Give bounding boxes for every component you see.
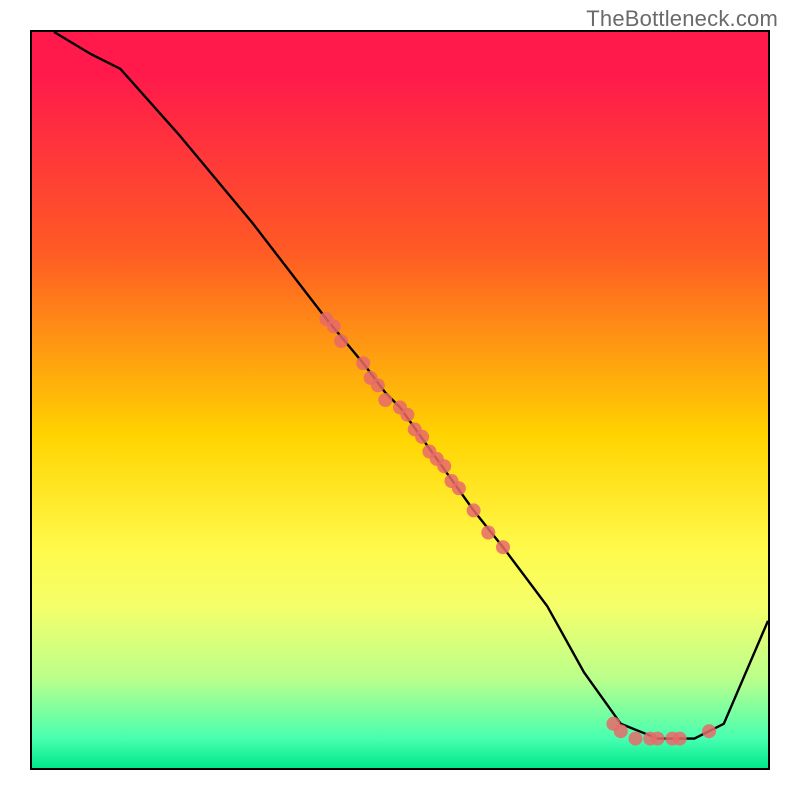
scatter-point	[334, 334, 348, 348]
scatter-point	[702, 724, 716, 738]
scatter-group-dots	[319, 312, 716, 746]
scatter-point	[496, 540, 510, 554]
scatter-point	[673, 732, 687, 746]
scatter-point	[651, 732, 665, 746]
scatter-point	[415, 430, 429, 444]
scatter-point	[614, 724, 628, 738]
chart-svg	[32, 32, 768, 768]
scatter-point	[437, 459, 451, 473]
plot-area	[30, 30, 770, 770]
scatter-point	[400, 408, 414, 422]
scatter-point	[378, 393, 392, 407]
scatter-point	[629, 732, 643, 746]
scatter-point	[356, 356, 370, 370]
scatter-point	[452, 481, 466, 495]
line-series-curve	[54, 32, 768, 739]
scatter-point	[467, 503, 481, 517]
watermark-text: TheBottleneck.com	[586, 6, 778, 32]
scatter-point	[327, 319, 341, 333]
scatter-point	[481, 526, 495, 540]
scatter-point	[371, 378, 385, 392]
chart-container: TheBottleneck.com	[0, 0, 800, 800]
